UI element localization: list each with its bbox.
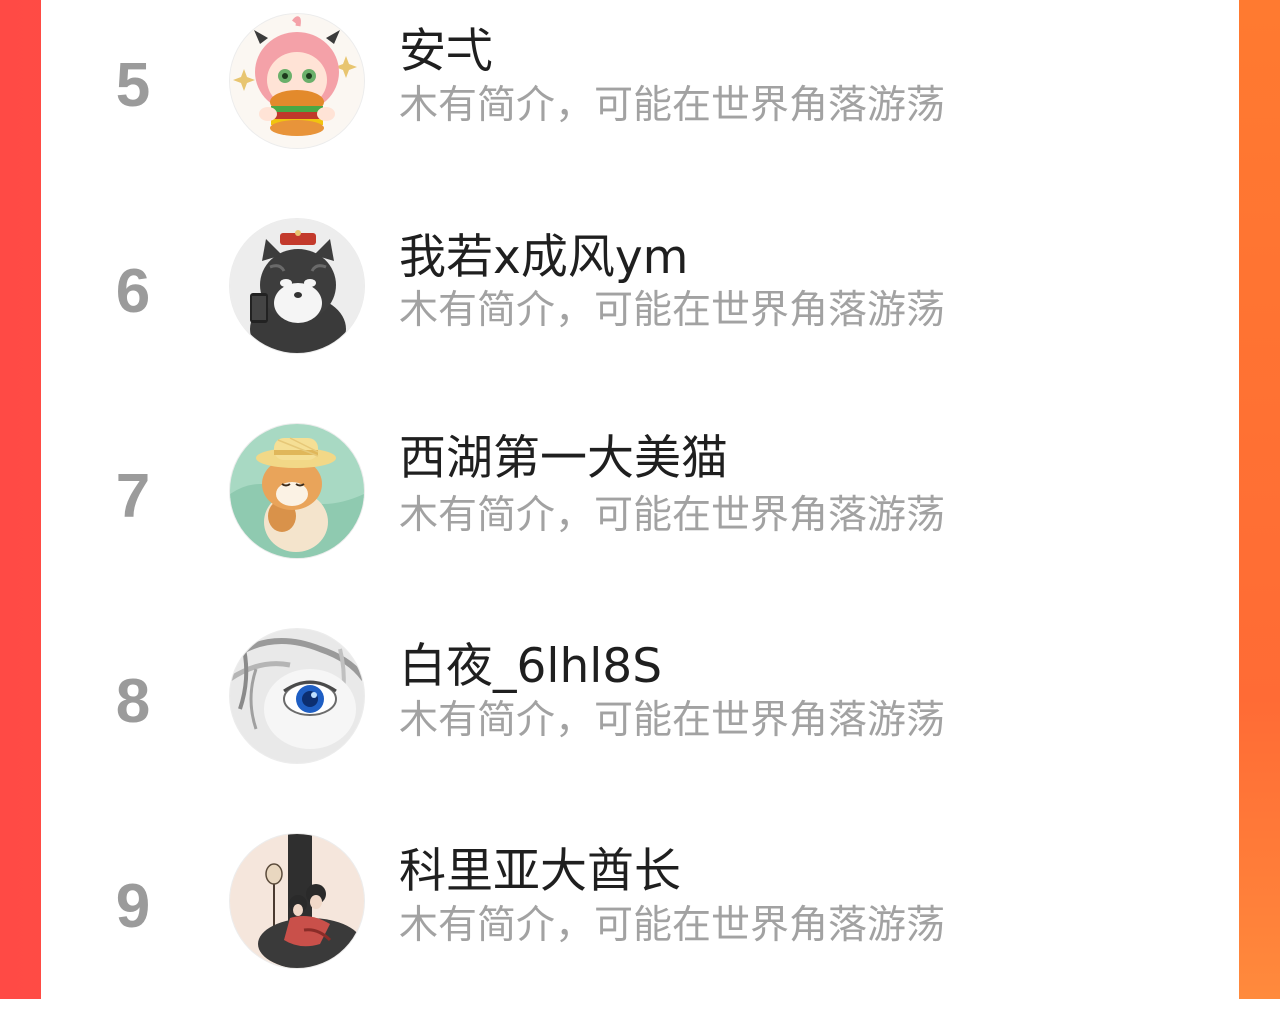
rank-number: 8 [115, 667, 151, 736]
ranking-row-9[interactable]: 9 科里亚大酋长 木有简介，可能在世界角落游荡 [41, 820, 1239, 1025]
ranking-row-8[interactable]: 8 白夜_6lhl8S 木有简介，可能在世界角落游荡 [41, 615, 1239, 820]
user-bio: 木有简介，可能在世界角落游荡 [399, 83, 946, 128]
user-name[interactable]: 科里亚大酋长 [399, 848, 681, 895]
user-bio: 木有简介，可能在世界角落游荡 [399, 288, 946, 333]
user-name[interactable]: 白夜_6lhl8S [399, 643, 662, 690]
ranking-list: 5 安弌 木有简介，可能在世界角落游荡 6 我若x成风ym 木有简介，可能在世界… [41, 0, 1239, 999]
user-avatar-cat-straw-hat-icon[interactable] [230, 424, 364, 558]
user-bio: 木有简介，可能在世界角落游荡 [399, 698, 946, 743]
rank-number: 7 [115, 462, 151, 531]
ranking-row-6[interactable]: 6 我若x成风ym 木有简介，可能在世界角落游荡 [41, 205, 1239, 410]
ranking-row-7[interactable]: 7 西湖第一大美猫 木有简介，可能在世界角落游荡 [41, 410, 1239, 615]
user-bio: 木有简介，可能在世界角落游荡 [399, 493, 946, 538]
user-avatar-cat-with-phone-icon[interactable] [230, 219, 364, 353]
user-name[interactable]: 西湖第一大美猫 [399, 435, 728, 482]
user-name[interactable]: 我若x成风ym [399, 234, 688, 281]
ranking-card: 5 安弌 木有简介，可能在世界角落游荡 6 我若x成风ym 木有简介，可能在世界… [41, 0, 1239, 999]
ranking-row-5[interactable]: 5 安弌 木有简介，可能在世界角落游荡 [41, 0, 1239, 205]
page-background-right-edge [1238, 0, 1280, 999]
user-avatar-ancient-couple-lantern-icon[interactable] [230, 834, 364, 968]
user-name[interactable]: 安弌 [399, 28, 493, 75]
rank-number: 5 [115, 51, 151, 120]
rank-number: 6 [115, 257, 151, 326]
user-bio: 木有简介，可能在世界角落游荡 [399, 903, 946, 948]
user-avatar-anime-girl-burger-icon[interactable] [230, 14, 364, 148]
rank-number: 9 [115, 872, 151, 941]
user-avatar-blue-eye-sketch-icon[interactable] [230, 629, 364, 763]
